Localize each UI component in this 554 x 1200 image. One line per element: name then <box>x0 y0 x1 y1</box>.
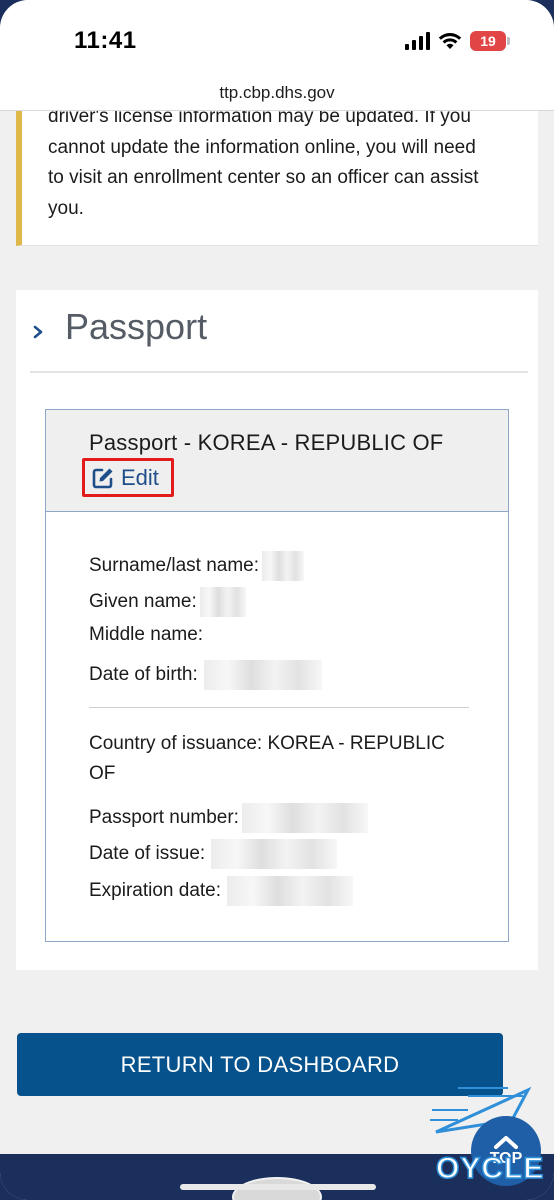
fields-divider <box>89 707 469 708</box>
surname-label: Surname/last name: <box>89 555 260 576</box>
expiration-label: Expiration date: <box>89 880 222 901</box>
edit-button[interactable]: Edit <box>82 458 174 497</box>
passport-card: Passport - KOREA - REPUBLIC OF Edit Surn… <box>45 409 509 942</box>
surname-row: Surname/last name: <box>89 551 305 581</box>
notice-line: to visit an enrollment center so an offi… <box>48 167 479 188</box>
home-indicator[interactable] <box>180 1184 376 1190</box>
signal-icon <box>405 32 430 50</box>
given-name-row: Given name: <box>89 587 246 617</box>
issue-date-label: Date of issue: <box>89 843 206 864</box>
browser-top-bar: 11:41 19 ttp.cbp.dhs.gov <box>0 0 554 111</box>
url-bar[interactable]: ttp.cbp.dhs.gov <box>0 83 554 103</box>
dob-row: Date of birth: <box>89 660 322 690</box>
battery-icon: 19 <box>470 31 510 51</box>
notice-line: you. <box>48 197 84 219</box>
watermark-text: OYCLE <box>435 1151 545 1186</box>
redacted-value <box>227 876 354 906</box>
edit-label: Edit <box>121 464 159 490</box>
section-title[interactable]: Passport <box>65 306 207 348</box>
notice-text: driver's license information may be upda… <box>48 102 518 224</box>
redacted-value <box>211 839 338 869</box>
given-name-label: Given name: <box>89 591 197 612</box>
redacted-value <box>241 803 368 833</box>
country-row: Country of issuance: KOREA - REPUBLIC OF <box>89 729 469 789</box>
middle-name-row: Middle name: <box>89 624 203 646</box>
passport-card-title: Passport - KOREA - REPUBLIC OF <box>89 430 444 455</box>
edit-icon <box>92 468 113 488</box>
passport-number-row: Passport number: <box>89 803 368 833</box>
redacted-value <box>199 587 246 617</box>
wifi-icon <box>438 33 462 49</box>
chevron-up-icon <box>494 1136 518 1149</box>
passport-card-header: Passport - KOREA - REPUBLIC OF Edit <box>46 410 508 512</box>
status-icons: 19 <box>405 30 510 52</box>
status-time: 11:41 <box>74 27 137 54</box>
issue-date-row: Date of issue: <box>89 839 338 869</box>
chevron-right-icon[interactable] <box>30 320 48 344</box>
redacted-value <box>203 660 322 690</box>
phone-screen: driver's license information may be upda… <box>0 0 554 1200</box>
passport-number-label: Passport number: <box>89 807 239 828</box>
notice-line: cannot update the information online, yo… <box>48 136 476 158</box>
middle-name-label: Middle name: <box>89 624 204 645</box>
section-divider <box>30 371 528 373</box>
dob-label: Date of birth: <box>89 664 198 685</box>
country-label: Country of issuance: <box>89 733 263 754</box>
redacted-value <box>262 551 305 581</box>
passport-section: Passport Passport - KOREA - REPUBLIC OF … <box>16 290 538 970</box>
expiration-row: Expiration date: <box>89 876 354 906</box>
